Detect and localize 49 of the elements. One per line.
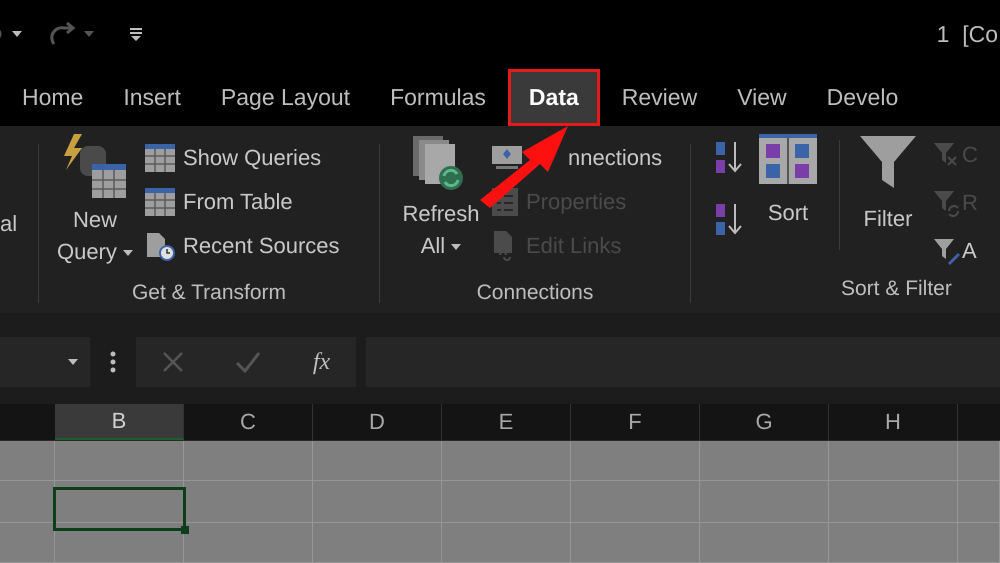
group-title: Sort & Filter [841, 276, 953, 302]
ribbon-command[interactable]: Recent Sources [145, 224, 340, 268]
ribbon-tab[interactable]: Page Layout [202, 68, 368, 126]
check-icon[interactable] [235, 351, 262, 374]
caret-icon [123, 250, 134, 256]
column-header[interactable]: G [700, 404, 829, 440]
window-title: 1 [Co [936, 20, 998, 50]
ribbon-tab[interactable]: Review [604, 68, 716, 126]
network-icon [492, 146, 522, 170]
ribbon-command[interactable]: Show Queries [145, 136, 340, 180]
ribbon-label: al [0, 210, 18, 238]
document-clock-icon [145, 230, 175, 261]
ribbon-tab[interactable]: View [719, 68, 805, 126]
column-header[interactable]: D [313, 404, 442, 440]
refresh-all-button[interactable]: Refresh All [398, 134, 484, 268]
cancel-icon[interactable] [162, 351, 184, 374]
redo-dropdown-icon[interactable] [84, 31, 94, 38]
reapply-filter-icon [934, 188, 960, 217]
selected-cell[interactable] [53, 487, 186, 531]
redo-icon[interactable] [48, 22, 78, 46]
filter-button[interactable]: Filter [860, 134, 916, 235]
customize-toolbar-icon[interactable] [130, 27, 142, 42]
ribbon-tab[interactable]: Data [508, 68, 600, 126]
group-title: Get & Transform [132, 280, 286, 306]
ribbon-tab[interactable]: Insert [105, 68, 199, 126]
dropdown-icon [68, 359, 78, 366]
table-icon [145, 144, 175, 172]
insert-function-button[interactable]: fx [312, 344, 330, 380]
caret-icon [451, 244, 462, 250]
ribbon-command[interactable]: nnections [492, 136, 662, 180]
column-header[interactable]: H [829, 404, 958, 440]
filter-command[interactable]: A [934, 230, 978, 272]
ribbon-tab[interactable]: Formulas [372, 68, 504, 126]
filter-pencil-icon [934, 236, 960, 265]
column-header[interactable]: C [184, 404, 313, 440]
sort-button[interactable]: Sort [759, 134, 817, 229]
ribbon-tab[interactable]: Develo [808, 68, 916, 126]
ribbon-tab[interactable]: Home [4, 68, 102, 126]
new-query-button[interactable]: New Query [53, 134, 137, 268]
column-header[interactable]: E [442, 404, 571, 440]
column-header[interactable]: B [55, 404, 184, 440]
column-header[interactable]: F [571, 404, 700, 440]
ribbon-command[interactable]: From Table [145, 180, 340, 224]
group-title: Connections [476, 280, 594, 306]
filter-icon [860, 134, 916, 190]
more-options-icon[interactable] [110, 351, 116, 374]
sort-dialog-icon [759, 134, 817, 184]
undo-dropdown-icon [12, 31, 22, 38]
table-icon [145, 188, 175, 216]
